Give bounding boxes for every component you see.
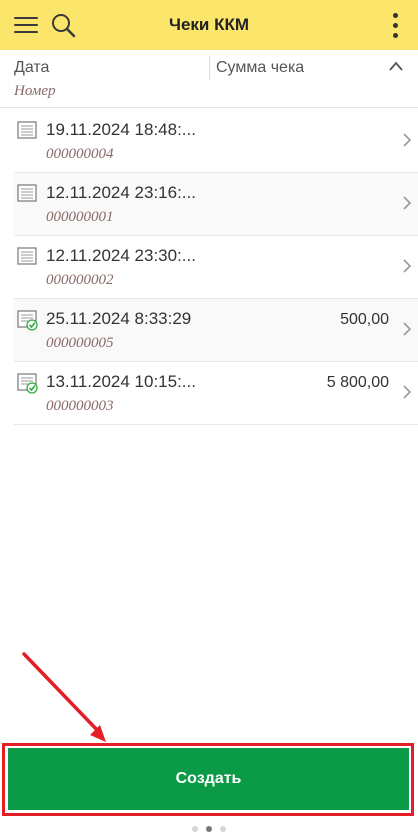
- kebab-menu-icon[interactable]: [390, 13, 400, 39]
- chevron-right-icon: [402, 258, 412, 274]
- receipt-date: 25.11.2024 8:33:29: [46, 309, 192, 328]
- receipt-sum: 5 800,00: [326, 374, 389, 391]
- chevron-right-icon: [402, 321, 412, 337]
- receipt-number: 000000005: [46, 335, 114, 351]
- column-sum[interactable]: Сумма чека: [216, 59, 304, 77]
- column-date[interactable]: Дата: [14, 59, 49, 77]
- page-dot-active[interactable]: [206, 826, 212, 832]
- receipt-number: 000000004: [46, 146, 114, 162]
- list-item[interactable]: 19.11.2024 18:48:... 000000004: [14, 110, 418, 173]
- posted-document-icon: [17, 309, 39, 331]
- receipt-number: 000000003: [46, 398, 114, 414]
- receipt-date: 13.11.2024 10:15:...: [46, 372, 196, 391]
- receipt-date: 12.11.2024 23:30:...: [46, 246, 196, 265]
- receipt-sum: 500,00: [340, 311, 389, 328]
- page-title: Чеки ККМ: [169, 15, 249, 34]
- column-header: Дата Сумма чека Номер: [0, 50, 418, 108]
- receipt-date: 12.11.2024 23:16:...: [46, 183, 196, 202]
- create-button[interactable]: Создать: [8, 748, 409, 810]
- chevron-right-icon: [402, 132, 412, 148]
- chevron-right-icon: [402, 384, 412, 400]
- chevron-up-icon[interactable]: [389, 60, 403, 74]
- receipt-number: 000000002: [46, 272, 114, 288]
- page-dot[interactable]: [220, 826, 226, 832]
- list-item[interactable]: 12.11.2024 23:30:... 000000002: [14, 236, 418, 299]
- column-divider: [209, 56, 210, 80]
- receipt-date: 19.11.2024 18:48:...: [46, 120, 196, 139]
- list-item[interactable]: 13.11.2024 10:15:... 000000003 5 800,00: [14, 362, 418, 425]
- document-icon: [17, 246, 39, 268]
- top-bar: Чеки ККМ: [0, 0, 418, 50]
- page-dot[interactable]: [192, 826, 198, 832]
- document-icon: [17, 183, 39, 205]
- list-item[interactable]: 12.11.2024 23:16:... 000000001: [14, 173, 418, 236]
- chevron-right-icon: [402, 195, 412, 211]
- page-indicator: [0, 819, 418, 832]
- list-item[interactable]: 25.11.2024 8:33:29 000000005 500,00: [14, 299, 418, 362]
- posted-document-icon: [17, 372, 39, 394]
- document-icon: [17, 120, 39, 142]
- column-number[interactable]: Номер: [14, 83, 56, 100]
- receipt-number: 000000001: [46, 209, 114, 225]
